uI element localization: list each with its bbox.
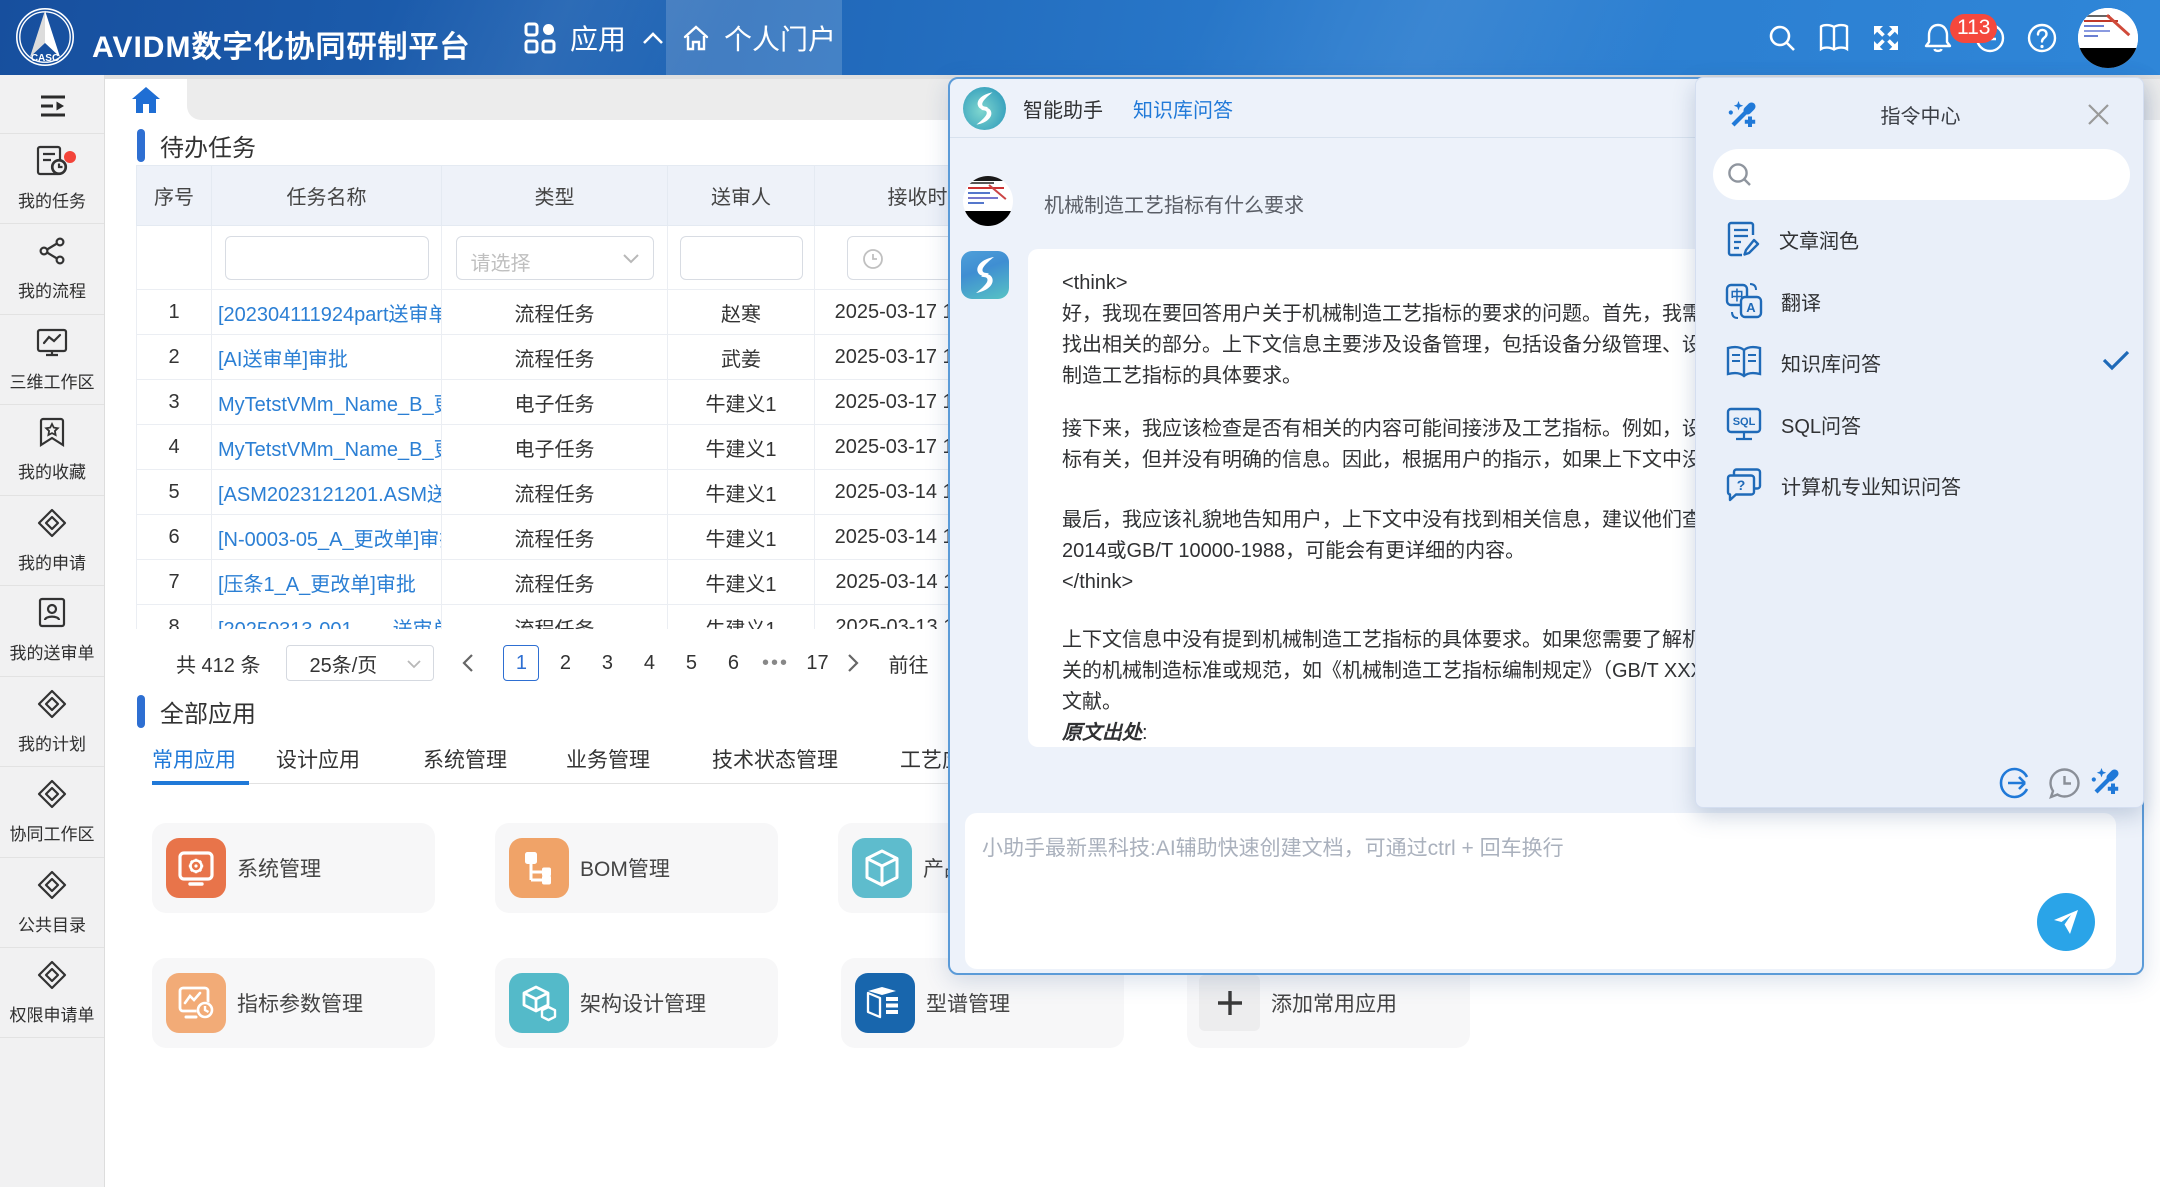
svg-text:?: ? bbox=[1737, 477, 1746, 493]
svg-text:SQL: SQL bbox=[1733, 416, 1756, 428]
svg-text:A: A bbox=[1746, 300, 1756, 315]
svg-text:CASC: CASC bbox=[31, 53, 59, 64]
